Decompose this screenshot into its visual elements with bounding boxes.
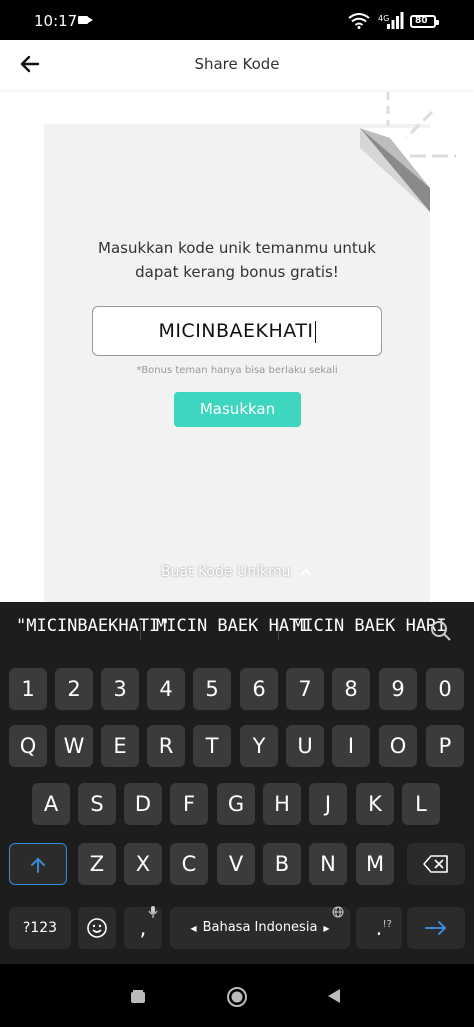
key-k[interactable]: K — [356, 783, 394, 825]
sparkle-lines-icon — [386, 92, 456, 158]
key-w[interactable]: W — [55, 725, 93, 767]
period-alt-label: !? — [382, 919, 392, 930]
create-code-label: Buat Kode Unikmu — [160, 564, 291, 580]
key-s[interactable]: S — [78, 783, 116, 825]
suggestion-2[interactable]: MICIN BAEK HATI — [156, 616, 310, 636]
signal-icon — [387, 12, 404, 29]
backspace-key[interactable] — [407, 843, 465, 885]
back-nav-icon[interactable] — [326, 988, 342, 1004]
key-6[interactable]: 6 — [240, 668, 278, 710]
suggestion-divider — [278, 622, 279, 640]
space-key[interactable]: ◀ Bahasa Indonesia ▶ — [170, 906, 350, 949]
lang-left-arrow-icon: ◀ — [190, 924, 197, 933]
create-code-toggle[interactable]: Buat Kode Unikmu — [0, 564, 474, 580]
home-icon[interactable] — [226, 986, 248, 1008]
key-2[interactable]: 2 — [55, 668, 93, 710]
masukkan-button[interactable]: Masukkan — [174, 392, 301, 427]
key-b[interactable]: B — [263, 843, 301, 885]
key-c[interactable]: C — [170, 843, 208, 885]
key-x[interactable]: X — [124, 843, 162, 885]
key-j[interactable]: J — [309, 783, 347, 825]
keyboard: "MICINBAEKHATI" MICIN BAEK HATI MICIN BA… — [0, 602, 474, 964]
globe-icon — [332, 906, 344, 918]
status-time: 10:17 — [34, 12, 78, 30]
key-g[interactable]: G — [217, 783, 255, 825]
key-l[interactable]: L — [402, 783, 440, 825]
battery-level: 80 — [415, 16, 428, 26]
key-m[interactable]: M — [356, 843, 394, 885]
share-kode-screen: Share Kode Masukkan kode unik temanmu un… — [0, 40, 474, 602]
enter-key[interactable] — [407, 907, 465, 949]
comma-key[interactable]: , — [124, 906, 162, 949]
key-q[interactable]: Q — [9, 725, 47, 767]
chevron-up-icon — [300, 568, 312, 576]
instruction-line-1: Masukkan kode unik temanmu untuk — [98, 239, 376, 257]
key-y[interactable]: Y — [240, 725, 278, 767]
key-z[interactable]: Z — [78, 843, 116, 885]
period-key[interactable]: . !? — [356, 907, 402, 949]
space-language-label: Bahasa Indonesia — [202, 920, 318, 935]
symbols-key[interactable]: ?123 — [9, 907, 71, 949]
battery-icon: 80 — [410, 15, 439, 28]
key-n[interactable]: N — [309, 843, 347, 885]
page-title: Share Kode — [194, 55, 280, 73]
key-t[interactable]: T — [193, 725, 231, 767]
key-5[interactable]: 5 — [193, 668, 231, 710]
key-e[interactable]: E — [101, 725, 139, 767]
key-u[interactable]: U — [286, 725, 324, 767]
lang-right-arrow-icon: ▶ — [323, 924, 330, 933]
key-i[interactable]: I — [332, 725, 370, 767]
suggestion-3[interactable]: MICIN BAEK HARI — [293, 616, 447, 636]
key-h[interactable]: H — [263, 783, 301, 825]
key-4[interactable]: 4 — [147, 668, 185, 710]
system-nav-bar — [0, 964, 474, 1027]
emoji-key[interactable] — [78, 907, 116, 949]
video-camera-icon — [78, 16, 93, 24]
key-f[interactable]: F — [170, 783, 208, 825]
key-1[interactable]: 1 — [9, 668, 47, 710]
key-a[interactable]: A — [32, 783, 70, 825]
search-icon[interactable] — [430, 620, 452, 642]
emoji-icon — [87, 918, 107, 938]
key-7[interactable]: 7 — [286, 668, 324, 710]
comma-label: , — [139, 916, 147, 940]
key-9[interactable]: 9 — [379, 668, 417, 710]
recent-apps-icon[interactable] — [130, 990, 146, 1004]
suggestion-1[interactable]: "MICINBAEKHATI" — [16, 616, 170, 636]
instruction-text: Masukkan kode unik temanmu untuk dapat k… — [60, 236, 414, 284]
key-d[interactable]: D — [124, 783, 162, 825]
code-input[interactable]: MICINBAEKHATI — [92, 306, 382, 356]
key-r[interactable]: R — [147, 725, 185, 767]
status-bar: 10:17 4G 80 — [0, 0, 474, 40]
instruction-line-2: dapat kerang bonus gratis! — [135, 263, 339, 281]
suggestion-divider — [140, 622, 141, 640]
key-0[interactable]: 0 — [426, 668, 464, 710]
bonus-note: *Bonus teman hanya bisa berlaku sekali — [136, 365, 338, 376]
backspace-icon — [423, 855, 448, 873]
key-8[interactable]: 8 — [332, 668, 370, 710]
code-input-value: MICINBAEKHATI — [158, 320, 314, 342]
period-label: . — [375, 916, 383, 940]
key-v[interactable]: V — [217, 843, 255, 885]
app-bar: Share Kode — [0, 40, 474, 90]
shift-arrow-icon — [31, 857, 45, 873]
shift-key[interactable] — [9, 843, 67, 885]
microphone-icon — [148, 906, 158, 918]
key-3[interactable]: 3 — [101, 668, 139, 710]
key-p[interactable]: P — [426, 725, 464, 767]
arrow-right-icon — [425, 921, 446, 935]
key-o[interactable]: O — [379, 725, 417, 767]
text-cursor — [314, 320, 316, 343]
wifi-icon — [348, 13, 370, 29]
